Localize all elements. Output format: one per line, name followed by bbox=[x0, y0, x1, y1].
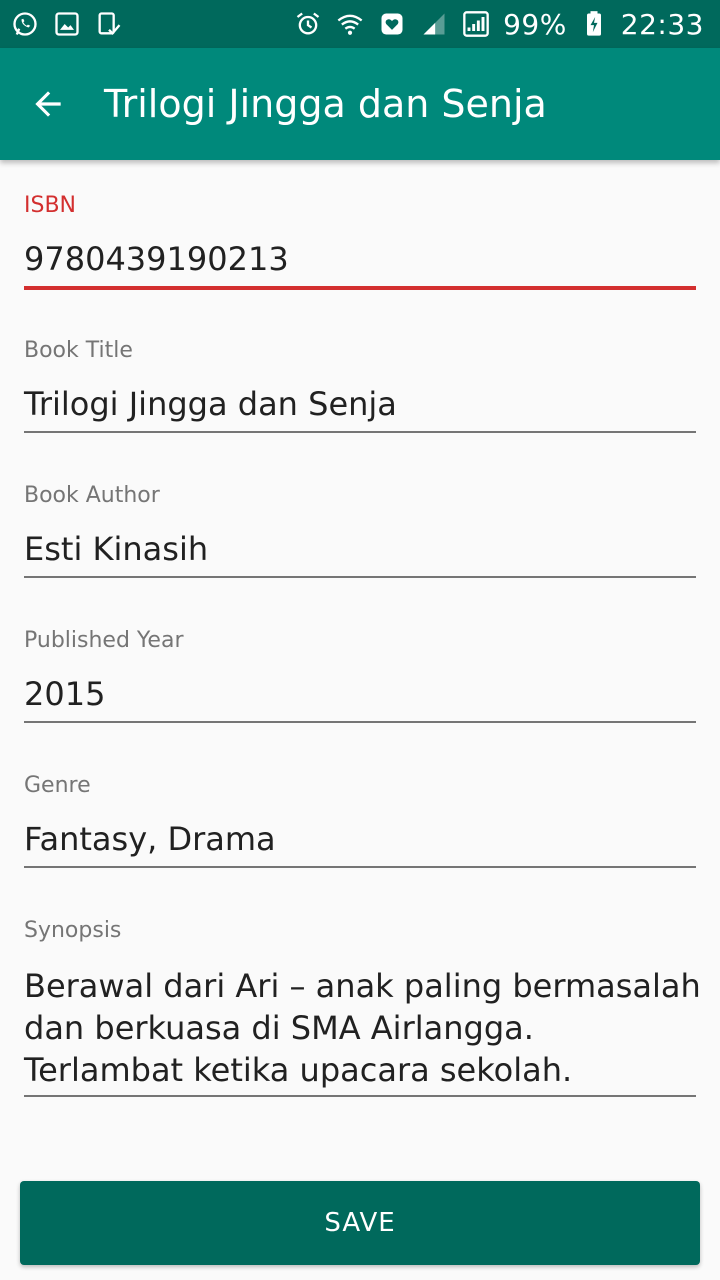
status-right-icons: 99% 22:33 bbox=[293, 8, 704, 41]
book-title-input[interactable]: Trilogi Jingga dan Senja bbox=[24, 385, 696, 423]
signal-full-icon bbox=[461, 9, 491, 39]
book-author-input[interactable]: Esti Kinasih bbox=[24, 530, 696, 568]
gallery-icon bbox=[52, 9, 82, 39]
genre-input[interactable]: Fantasy, Drama bbox=[24, 820, 696, 858]
app-bar: Trilogi Jingga dan Senja bbox=[0, 48, 720, 160]
book-author-underline bbox=[24, 576, 696, 578]
battery-charging-icon bbox=[579, 9, 609, 39]
synopsis-line: Terlambat ketika upacara sekolah. bbox=[24, 1051, 573, 1089]
alarm-icon bbox=[293, 9, 323, 39]
book-author-label: Book Author bbox=[24, 483, 160, 508]
signal-icon bbox=[419, 9, 449, 39]
book-title-underline bbox=[24, 431, 696, 433]
clipboard-check-icon bbox=[94, 9, 124, 39]
status-bar: 99% 22:33 bbox=[0, 0, 720, 48]
genre-underline bbox=[24, 866, 696, 868]
clock: 22:33 bbox=[620, 7, 704, 41]
synopsis-label: Synopsis bbox=[24, 918, 122, 943]
status-left-icons bbox=[10, 9, 124, 39]
save-button[interactable]: SAVE bbox=[20, 1181, 700, 1265]
book-title-label: Book Title bbox=[24, 338, 133, 363]
page-title: Trilogi Jingga dan Senja bbox=[104, 82, 547, 126]
isbn-input[interactable]: 9780439190213 bbox=[24, 240, 696, 278]
genre-label: Genre bbox=[24, 773, 91, 798]
synopsis-input[interactable]: Berawal dari Ari – anak paling bermasala… bbox=[24, 965, 704, 1091]
whatsapp-icon bbox=[10, 9, 40, 39]
published-year-underline bbox=[24, 721, 696, 723]
wifi-icon bbox=[335, 9, 365, 39]
heart-shield-icon bbox=[377, 9, 407, 39]
isbn-label: ISBN bbox=[24, 193, 77, 218]
published-year-label: Published Year bbox=[24, 628, 184, 653]
battery-percent: 99% bbox=[503, 7, 567, 41]
back-button[interactable] bbox=[0, 48, 96, 160]
synopsis-underline bbox=[24, 1095, 696, 1097]
published-year-input[interactable]: 2015 bbox=[24, 675, 696, 713]
isbn-underline bbox=[24, 286, 696, 290]
synopsis-line: dan berkuasa di SMA Airlangga. bbox=[24, 1009, 534, 1047]
synopsis-line: Berawal dari Ari – anak paling bermasala… bbox=[24, 967, 701, 1005]
arrow-back-icon bbox=[35, 91, 61, 117]
